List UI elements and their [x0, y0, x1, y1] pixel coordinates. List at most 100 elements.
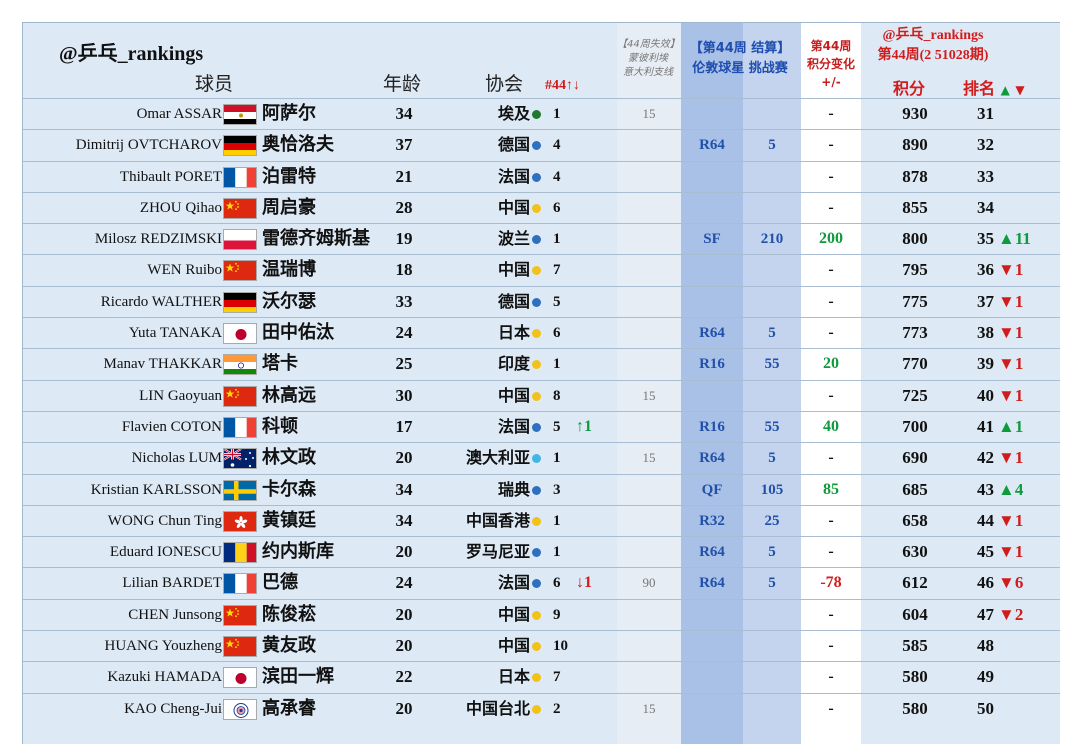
points-change: -	[828, 261, 834, 279]
player-association: 中国	[497, 385, 530, 405]
association-dot-icon	[532, 297, 541, 307]
event-points	[743, 381, 801, 411]
events-count: 1	[553, 512, 561, 529]
table-row: Milosz REDZIMSKI 雷德齐姆斯基 19 波兰 1 SF 210 200 800 35…	[23, 223, 1060, 254]
player-age: 17	[395, 416, 413, 436]
expired-points: 15	[642, 387, 656, 403]
rank-cell: 33	[977, 162, 998, 192]
china-flag-icon	[223, 197, 257, 219]
table-row: Omar ASSAR 阿萨尔 34 埃及 1 15 - 930 31	[23, 98, 1060, 129]
rankings-rows: Omar ASSAR 阿萨尔 34 埃及 1 15-930 31 Dimitrij OVTCH…	[23, 98, 1060, 724]
player-english-name: Ricardo WALTHER	[100, 293, 222, 310]
sweden-flag-icon	[223, 479, 257, 501]
rank-cell: 35 ▲11	[977, 224, 1031, 254]
table-row: LIN Gaoyuan 林高远 30 中国 8 15 - 725 40 ▼1	[23, 379, 1060, 411]
total-points: 685	[902, 479, 928, 499]
rank-cell: 42 ▼1	[977, 443, 1023, 473]
rank-cell: 47 ▼2	[977, 600, 1023, 630]
player-association: 瑞典	[497, 479, 530, 499]
player-chinese-name: 约内斯库	[262, 541, 334, 563]
rank-number: 38	[977, 323, 994, 343]
flag-icon	[223, 573, 257, 595]
events-count: 1	[553, 544, 561, 561]
event-round: R64	[699, 137, 725, 154]
player-english-name: HUANG Youzheng	[104, 638, 222, 655]
player-chinese-name: 滨田一辉	[262, 666, 334, 688]
table-row: HUANG Youzheng 黄友政 20 中国 10 - 585 48	[23, 630, 1060, 661]
points-change: 40	[823, 417, 839, 435]
total-points: 770	[902, 354, 928, 374]
flag-icon	[223, 260, 257, 282]
player-english-name: Flavien COTON	[121, 418, 222, 435]
china-flag-icon	[223, 260, 257, 282]
rank-movement: ▲1	[998, 416, 1024, 436]
table-row: CHEN Junsong 陈俊菘 20 中国 9 - 604 47 ▼2	[23, 598, 1060, 630]
event-points: 55	[764, 418, 780, 435]
player-association: 中国台北	[465, 698, 530, 718]
total-points: 700	[902, 416, 928, 436]
rank-cell: 41 ▲1	[977, 412, 1023, 442]
event-points	[743, 631, 801, 661]
event-round	[681, 694, 743, 724]
event-round	[681, 162, 743, 192]
event-points	[743, 99, 801, 129]
player-age: 34	[395, 104, 413, 123]
player-age: 33	[395, 291, 413, 311]
india-flag-icon	[223, 354, 257, 376]
rank-cell: 44 ▼1	[977, 506, 1023, 536]
flag-icon	[223, 698, 257, 720]
total-points: 800	[902, 229, 928, 249]
total-points: 690	[902, 448, 928, 468]
player-chinese-name: 奥恰洛夫	[262, 134, 334, 156]
rank-cell: 32	[977, 130, 998, 160]
events-count: 7	[553, 262, 561, 279]
points-change: 200	[819, 230, 843, 248]
table-row: ZHOU Qihao 周启豪 28 中国 6 - 855 34	[23, 191, 1060, 223]
total-points: 775	[902, 291, 928, 311]
expired-points	[617, 224, 681, 254]
china-flag-icon	[223, 604, 257, 626]
expired-event-line3: 意大利支线	[623, 67, 673, 78]
points-change: 85	[823, 480, 839, 498]
player-association: 法国	[497, 166, 530, 186]
rank-number: 50	[977, 698, 994, 718]
total-points: 658	[902, 510, 928, 530]
rank-movement: ▼1	[998, 260, 1024, 280]
points-change-line2: 积分变化	[806, 57, 855, 71]
event-points: 5	[768, 325, 776, 342]
player-chinese-name: 雷德齐姆斯基	[262, 228, 370, 250]
event-points: 5	[768, 544, 776, 561]
expired-points	[617, 349, 681, 379]
player-age: 21	[395, 166, 413, 186]
events-count: 6	[553, 575, 561, 592]
events-count: 7	[553, 669, 561, 686]
rank-cell: 49	[977, 662, 998, 692]
player-english-name: Yuta TANAKA	[128, 325, 222, 342]
rank-cell: 46 ▼6	[977, 568, 1023, 598]
rank-down-icon: ▼	[1015, 83, 1025, 97]
table-row: Eduard IONESCU 约内斯库 20 罗马尼亚 1 R64 5 - 630 45 ▼1	[23, 536, 1060, 567]
points-change: -	[828, 605, 834, 623]
japan-flag-icon	[223, 323, 257, 345]
association-column-header: 协会	[485, 73, 524, 95]
week-count-column-header: #44↑↓	[545, 78, 580, 93]
rank-number: 43	[977, 479, 994, 499]
rank-cell: 36 ▼1	[977, 255, 1023, 285]
player-age: 24	[395, 323, 413, 343]
event-points: 5	[768, 450, 776, 467]
table-row: Yuta TANAKA 田中佑汰 24 日本 6 R64 5 - 773 38 ▼1	[23, 317, 1060, 348]
association-dot-icon	[532, 704, 541, 714]
player-chinese-name: 高承睿	[262, 697, 316, 719]
week-change-arrow: ↓1	[576, 574, 592, 592]
brand-title: @乒乓_rankings	[59, 43, 204, 65]
event-round	[681, 99, 743, 129]
event-round: R16	[699, 418, 725, 435]
player-age: 25	[395, 354, 413, 374]
event-points: 5	[768, 575, 776, 592]
event-round: R16	[699, 356, 725, 373]
player-age: 20	[395, 636, 413, 656]
rank-number: 48	[977, 636, 994, 656]
australia-flag-icon	[223, 448, 257, 470]
total-points: 890	[902, 135, 928, 155]
settled-event-line2: 伦敦球星 挑战赛	[692, 61, 788, 76]
